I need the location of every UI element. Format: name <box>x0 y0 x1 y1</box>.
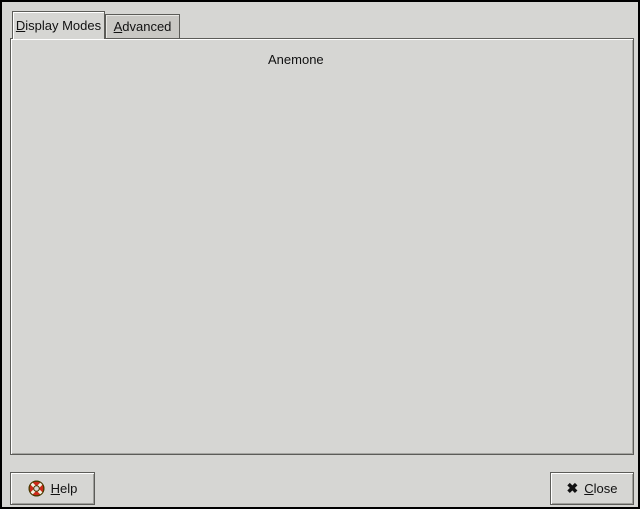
display-modes-panel <box>10 38 634 455</box>
close-x-icon: ✖ <box>567 480 579 497</box>
preview-frame-title: Anemone <box>264 52 328 67</box>
tab-advanced-label: Advanced <box>114 19 172 34</box>
close-button-label: Close <box>584 481 617 496</box>
tab-display-modes[interactable]: Display Modes <box>12 11 105 39</box>
screensaver-preferences-window: Display Modes Advanced Mode: Only One Sc… <box>0 0 640 509</box>
help-button-label: Help <box>51 481 78 496</box>
life-preserver-icon <box>28 480 45 497</box>
tab-advanced[interactable]: Advanced <box>105 14 180 38</box>
close-button[interactable]: ✖ Close <box>550 472 634 505</box>
tab-display-modes-label: Display Modes <box>16 18 101 33</box>
help-button[interactable]: Help <box>10 472 95 505</box>
